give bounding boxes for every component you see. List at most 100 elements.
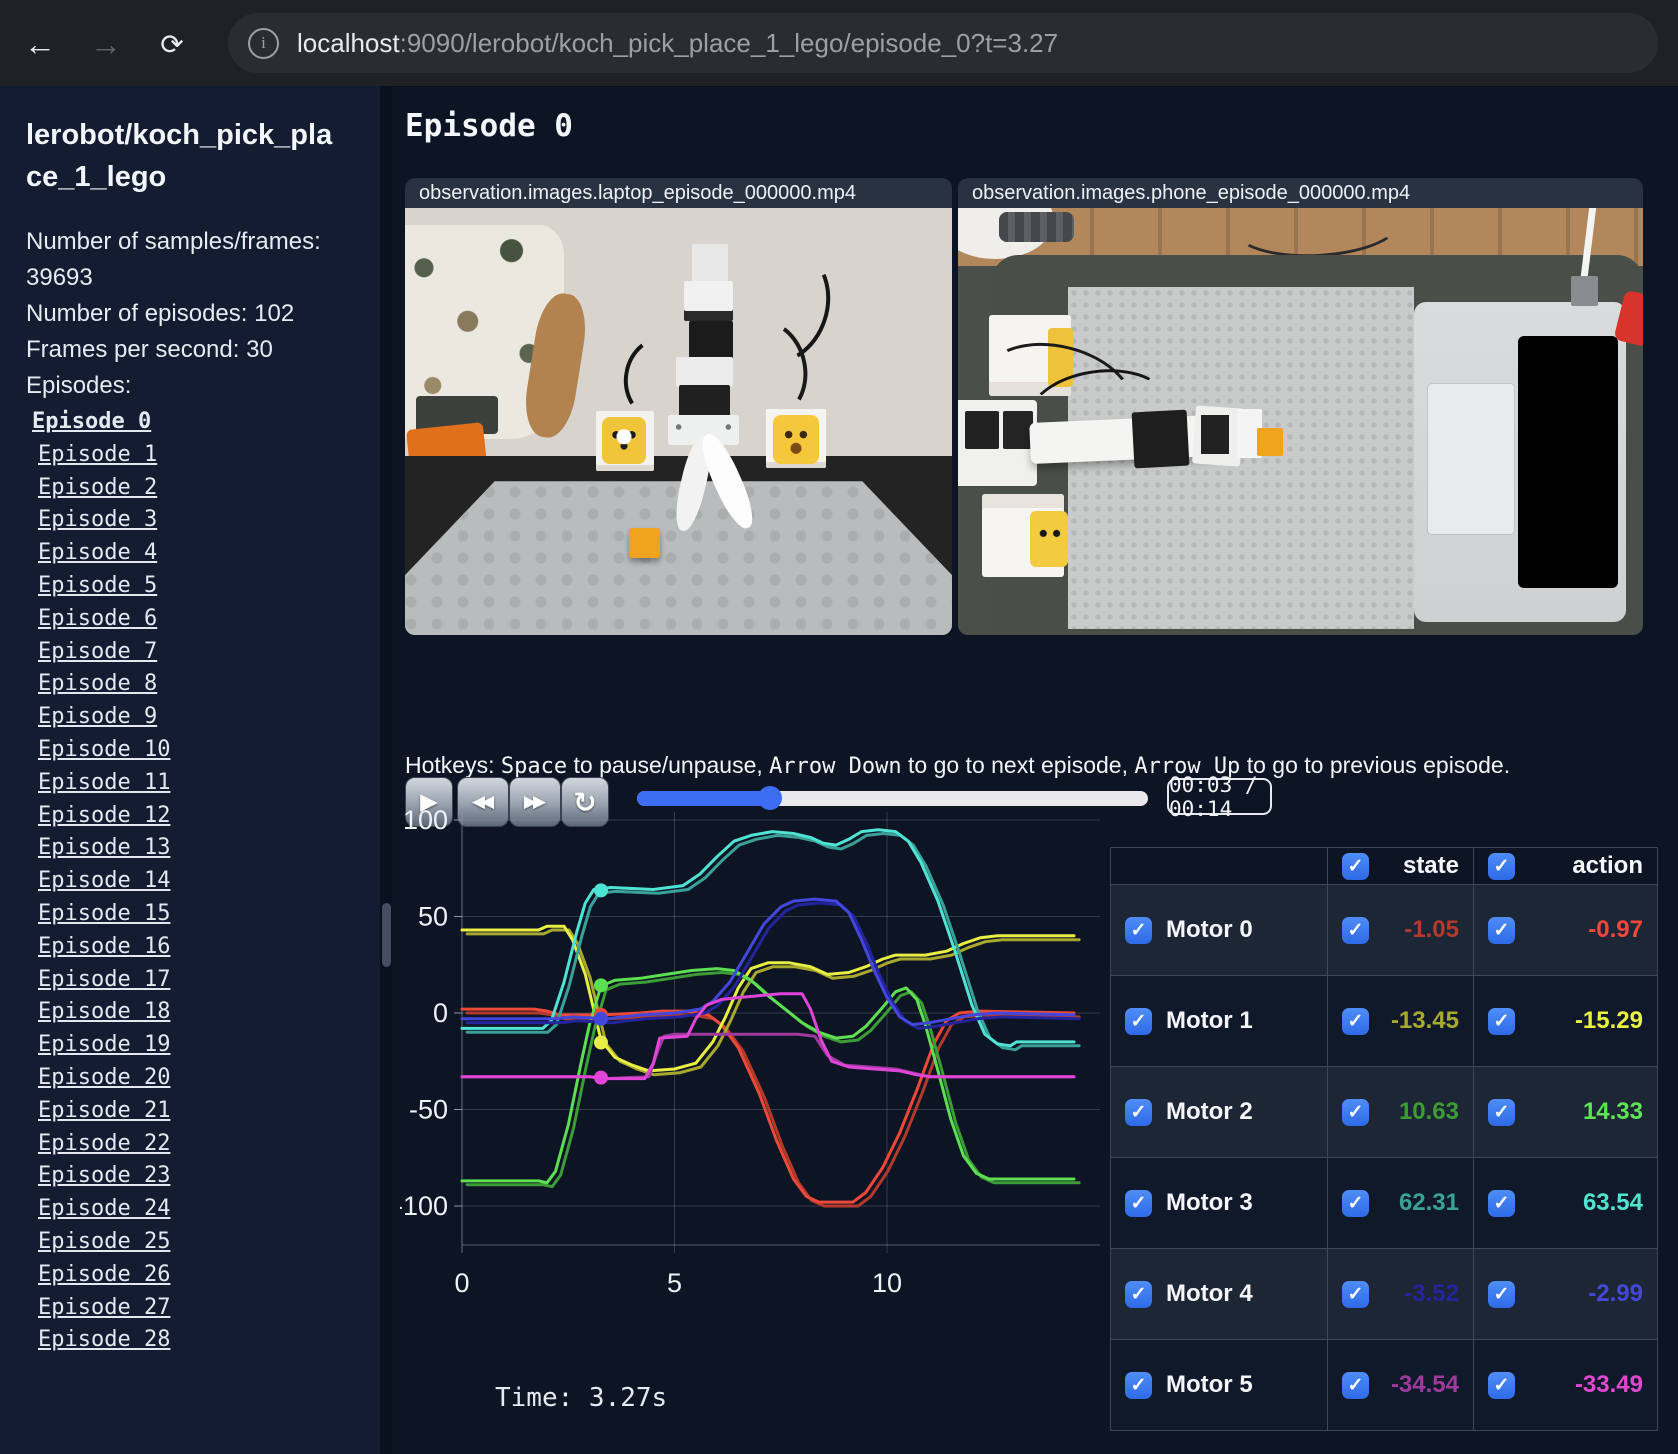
- sidebar-item-episode[interactable]: Episode 23: [26, 1160, 380, 1193]
- header-action-cell: ✓ action: [1473, 848, 1657, 884]
- motor-checkbox[interactable]: ✓: [1125, 1098, 1152, 1126]
- state-checkbox[interactable]: ✓: [1342, 1189, 1369, 1217]
- state-checkbox[interactable]: ✓: [1342, 1371, 1369, 1399]
- action-checkbox[interactable]: ✓: [1488, 1007, 1515, 1035]
- sidebar-item-episode[interactable]: Episode 26: [26, 1259, 380, 1292]
- video-laptop-frame: [405, 208, 952, 635]
- sidebar-item-episode[interactable]: Episode 6: [26, 603, 380, 636]
- sidebar-item-episode[interactable]: Episode 14: [26, 865, 380, 898]
- sidebar-item-episode[interactable]: Episode 24: [26, 1193, 380, 1226]
- video-phone[interactable]: observation.images.phone_episode_000000.…: [958, 178, 1643, 635]
- robot-wrist-motor: [1201, 415, 1229, 454]
- smiley-card: [772, 415, 820, 465]
- state-value: -3.52: [1404, 1280, 1459, 1307]
- motor-chart: 100 50 0 -50 -100 0 5 10: [400, 805, 1100, 1298]
- state-all-checkbox[interactable]: ✓: [1342, 852, 1369, 880]
- robot-base-motor: [964, 410, 1000, 450]
- action-header-label: action: [1572, 852, 1643, 879]
- sidebar-item-episode[interactable]: Episode 22: [26, 1128, 380, 1161]
- sidebar-item-episode[interactable]: Episode 1: [26, 439, 380, 472]
- motor-checkbox[interactable]: ✓: [1125, 1371, 1152, 1399]
- motor-checkbox[interactable]: ✓: [1125, 1280, 1152, 1308]
- sidebar-item-episode[interactable]: Episode 4: [26, 537, 380, 570]
- action-checkbox[interactable]: ✓: [1488, 1189, 1515, 1217]
- current-time-label: Time: 3.27s: [495, 1383, 668, 1413]
- state-checkbox[interactable]: ✓: [1342, 1007, 1369, 1035]
- action-all-checkbox[interactable]: ✓: [1488, 852, 1515, 880]
- sidebar-item-episode[interactable]: Episode 5: [26, 570, 380, 603]
- sidebar-item-episode[interactable]: Episode 27: [26, 1292, 380, 1325]
- svg-text:0: 0: [454, 1268, 469, 1298]
- state-checkbox[interactable]: ✓: [1342, 1098, 1369, 1126]
- url-host: localhost: [297, 27, 400, 58]
- panda-card-bottom: [1029, 511, 1068, 567]
- motor-label: Motor 0: [1166, 916, 1253, 943]
- forward-icon[interactable]: →: [84, 22, 128, 66]
- table-body: ✓ Motor 0 ✓ -1.05 ✓ -0.97 ✓ Motor 1 ✓ -1…: [1111, 884, 1657, 1430]
- svg-text:-50: -50: [409, 1095, 448, 1125]
- action-value: -33.49: [1574, 1371, 1643, 1398]
- action-checkbox[interactable]: ✓: [1488, 1371, 1515, 1399]
- table-row: ✓ Motor 3 ✓ 62.31 ✓ 63.54: [1111, 1157, 1657, 1248]
- sidebar-item-episode[interactable]: Episode 15: [26, 898, 380, 931]
- action-checkbox[interactable]: ✓: [1488, 1280, 1515, 1308]
- motor-checkbox[interactable]: ✓: [1125, 1189, 1152, 1217]
- motor-checkbox[interactable]: ✓: [1125, 916, 1152, 944]
- sidebar-item-episode[interactable]: Episode 18: [26, 996, 380, 1029]
- action-value: 63.54: [1582, 1189, 1643, 1216]
- sidebar-item-episode[interactable]: Episode 0: [26, 406, 380, 439]
- sidebar-item-episode[interactable]: Episode 17: [26, 964, 380, 997]
- motor-checkbox[interactable]: ✓: [1125, 1007, 1152, 1035]
- action-checkbox[interactable]: ✓: [1488, 1098, 1515, 1126]
- hotkey-arrow-down: Arrow Down: [769, 754, 902, 779]
- sidebar-item-episode[interactable]: Episode 8: [26, 668, 380, 701]
- table-row: ✓ Motor 0 ✓ -1.05 ✓ -0.97: [1111, 884, 1657, 975]
- usb-plug: [1571, 276, 1599, 307]
- dataset-title: lerobot/koch_pick_place_1_lego: [26, 119, 333, 194]
- hotkeys-help: Hotkeys: Space to pause/unpause, Arrow D…: [405, 752, 1510, 779]
- action-checkbox[interactable]: ✓: [1488, 916, 1515, 944]
- scrollbar-track: [380, 86, 392, 1454]
- sidebar-item-episode[interactable]: Episode 9: [26, 701, 380, 734]
- state-checkbox[interactable]: ✓: [1342, 1280, 1369, 1308]
- page-title: Episode 0: [405, 108, 573, 144]
- sidebar-item-episode[interactable]: Episode 21: [26, 1095, 380, 1128]
- sidebar-item-episode[interactable]: Episode 13: [26, 832, 380, 865]
- sidebar-item-episode[interactable]: Episode 28: [26, 1324, 380, 1357]
- sidebar-item-episode[interactable]: Episode 10: [26, 734, 380, 767]
- laptop-trackpad: [1427, 383, 1515, 535]
- sidebar-item-episode[interactable]: Episode 2: [26, 472, 380, 505]
- motor-label: Motor 5: [1166, 1371, 1253, 1398]
- motor-label: Motor 4: [1166, 1280, 1253, 1307]
- video-laptop-title: observation.images.laptop_episode_000000…: [405, 178, 952, 208]
- sidebar-item-episode[interactable]: Episode 3: [26, 504, 380, 537]
- action-value: -0.97: [1588, 916, 1643, 943]
- svg-text:5: 5: [667, 1268, 682, 1298]
- state-cell: ✓ -1.05: [1327, 885, 1473, 975]
- sidebar-item-episode[interactable]: Episode 7: [26, 636, 380, 669]
- sidebar-item-episode[interactable]: Episode 11: [26, 767, 380, 800]
- panda-card: [601, 417, 646, 465]
- reload-icon[interactable]: ⟳: [150, 22, 194, 66]
- scrollbar-thumb[interactable]: [382, 903, 391, 967]
- url-bar[interactable]: i localhost:9090/lerobot/koch_pick_place…: [228, 13, 1658, 73]
- orange-lego-brick: [629, 528, 660, 559]
- sidebar-item-episode[interactable]: Episode 12: [26, 800, 380, 833]
- video-phone-frame: [958, 208, 1643, 635]
- sidebar-item-episode[interactable]: Episode 16: [26, 931, 380, 964]
- sidebar-item-episode[interactable]: Episode 19: [26, 1029, 380, 1062]
- action-cell: ✓ -2.99: [1473, 1249, 1657, 1339]
- hotkeys-suffix: to go to previous episode.: [1240, 752, 1511, 778]
- dark-gadget: [999, 212, 1075, 243]
- sidebar-item-episode[interactable]: Episode 25: [26, 1226, 380, 1259]
- back-icon[interactable]: ←: [18, 22, 62, 66]
- action-cell: ✓ -0.97: [1473, 885, 1657, 975]
- motor-cell: ✓ Motor 2: [1111, 1067, 1327, 1157]
- state-header-label: state: [1402, 852, 1459, 879]
- state-checkbox[interactable]: ✓: [1342, 916, 1369, 944]
- motor-cell: ✓ Motor 3: [1111, 1158, 1327, 1248]
- dataset-info: Number of samples/frames: 39693 Number o…: [26, 224, 326, 404]
- site-info-icon[interactable]: i: [248, 27, 279, 59]
- sidebar-item-episode[interactable]: Episode 20: [26, 1062, 380, 1095]
- video-laptop[interactable]: observation.images.laptop_episode_000000…: [405, 178, 952, 635]
